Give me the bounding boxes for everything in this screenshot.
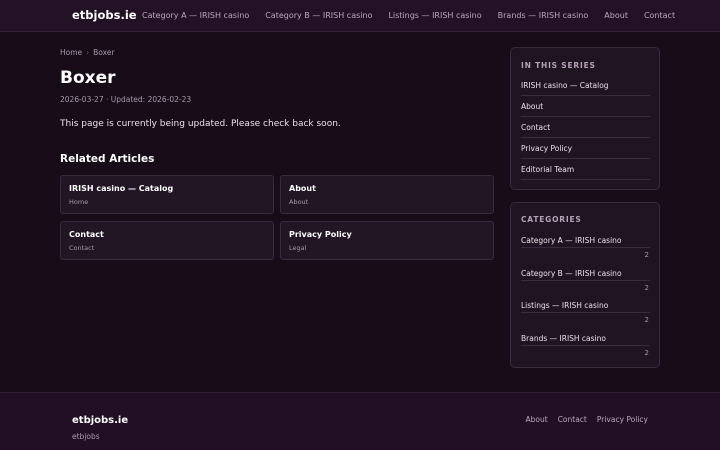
main-nav: Category A — IRISH casino Category B — I… xyxy=(142,11,691,20)
related-card-subtitle: Home xyxy=(69,198,89,206)
footer-links: About Contact Privacy Policy xyxy=(516,415,649,424)
category-count: 2 xyxy=(644,316,649,324)
breadcrumb: Home › Boxer xyxy=(60,48,115,57)
category-item[interactable]: Category B — IRISH casino xyxy=(521,269,650,281)
category-count: 2 xyxy=(644,349,649,357)
related-card-subtitle: About xyxy=(289,198,309,206)
related-card-title: About xyxy=(289,184,316,193)
series-heading: IN THIS SERIES xyxy=(521,61,596,70)
top-navbar: etbjobs.ie Category A — IRISH casino Cat… xyxy=(0,0,720,32)
category-item[interactable]: Listings — IRISH casino xyxy=(521,301,650,313)
page-title: Boxer xyxy=(60,68,116,88)
categories-panel: CATEGORIES Category A — IRISH casino 2 C… xyxy=(510,202,660,368)
related-card-subtitle: Legal xyxy=(289,244,307,252)
breadcrumb-home[interactable]: Home xyxy=(60,48,82,57)
related-card-subtitle: Contact xyxy=(69,244,95,252)
related-card-title: Contact xyxy=(69,230,104,239)
footer-brand[interactable]: etbjobs.ie xyxy=(72,415,128,426)
related-card-catalog[interactable]: IRISH casino — Catalog Home xyxy=(60,175,274,214)
category-item[interactable]: Brands — IRISH casino xyxy=(521,334,650,346)
related-card-privacy[interactable]: Privacy Policy Legal xyxy=(280,221,494,260)
series-item[interactable]: About xyxy=(521,96,650,117)
related-articles-heading: Related Articles xyxy=(60,153,155,165)
nav-listings[interactable]: Listings — IRISH casino xyxy=(388,11,481,20)
nav-brands[interactable]: Brands — IRISH casino xyxy=(498,11,589,20)
nav-category-b[interactable]: Category B — IRISH casino xyxy=(265,11,372,20)
footer-link-about[interactable]: About xyxy=(526,415,548,424)
nav-about[interactable]: About xyxy=(604,11,628,20)
related-card-title: IRISH casino — Catalog xyxy=(69,184,174,193)
category-count: 2 xyxy=(644,284,649,292)
categories-heading: CATEGORIES xyxy=(521,215,582,224)
breadcrumb-current: Boxer xyxy=(93,48,115,57)
series-item[interactable]: Contact xyxy=(521,117,650,138)
footer-link-privacy[interactable]: Privacy Policy xyxy=(597,415,648,424)
related-card-contact[interactable]: Contact Contact xyxy=(60,221,274,260)
series-panel: IN THIS SERIES IRISH casino — Catalog Ab… xyxy=(510,47,660,190)
footer-link-contact[interactable]: Contact xyxy=(558,415,587,424)
brand-logo-link[interactable]: etbjobs.ie xyxy=(72,8,137,22)
series-item[interactable]: Privacy Policy xyxy=(521,138,650,159)
category-count: 2 xyxy=(644,251,649,259)
article-body: This page is currently being updated. Pl… xyxy=(60,119,341,129)
category-item[interactable]: Category A — IRISH casino xyxy=(521,236,650,248)
series-item[interactable]: Editorial Team xyxy=(521,159,650,180)
series-item[interactable]: IRISH casino — Catalog xyxy=(521,75,650,96)
nav-contact[interactable]: Contact xyxy=(644,11,675,20)
related-card-title: Privacy Policy xyxy=(289,230,352,239)
site-footer: etbjobs.ie etbjobs About Contact Privacy… xyxy=(0,392,720,450)
breadcrumb-separator: › xyxy=(86,48,90,57)
related-card-about[interactable]: About About xyxy=(280,175,494,214)
nav-category-a[interactable]: Category A — IRISH casino xyxy=(142,11,249,20)
article-meta: 2026-03-27 · Updated: 2026-02-23 xyxy=(60,95,192,104)
footer-tagline: etbjobs xyxy=(72,432,100,441)
